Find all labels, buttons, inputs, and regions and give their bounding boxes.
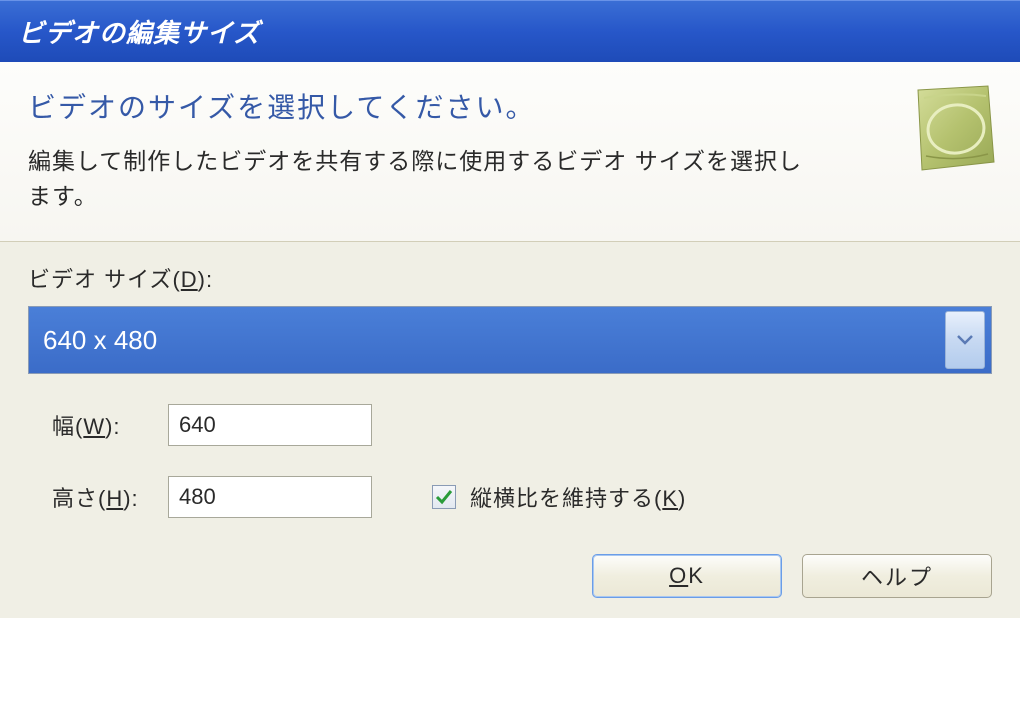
aspect-ratio-label: 縦横比を維持する(K) xyxy=(470,481,686,513)
titlebar-title: ビデオの編集サイズ xyxy=(18,13,260,50)
header-section: ビデオのサイズを選択してください。 編集して制作したビデオを共有する際に使用する… xyxy=(0,62,1020,242)
video-size-label: ビデオ サイズ(D): xyxy=(28,262,992,294)
aspect-ratio-group: 縦横比を維持する(K) xyxy=(432,481,686,513)
ok-button[interactable]: OK xyxy=(592,554,782,598)
button-row: OK ヘルプ xyxy=(28,554,992,598)
height-input[interactable] xyxy=(168,476,372,518)
chevron-down-icon[interactable] xyxy=(945,311,985,369)
aspect-ratio-checkbox[interactable] xyxy=(432,485,456,509)
dropdown-value: 640 x 480 xyxy=(43,325,945,356)
header-description: 編集して制作したビデオを共有する際に使用するビデオ サイズを選択します。 xyxy=(28,144,808,213)
header-title: ビデオのサイズを選択してください。 xyxy=(28,86,992,126)
content-section: ビデオ サイズ(D): 640 x 480 幅(W): 高さ(H): 縦横 xyxy=(0,242,1020,618)
width-row: 幅(W): xyxy=(28,404,992,446)
height-label: 高さ(H): xyxy=(28,481,168,513)
help-button[interactable]: ヘルプ xyxy=(802,554,992,598)
video-icon xyxy=(906,84,998,176)
width-label: 幅(W): xyxy=(28,409,168,441)
video-size-dropdown[interactable]: 640 x 480 xyxy=(28,306,992,374)
titlebar: ビデオの編集サイズ xyxy=(0,0,1020,62)
height-row: 高さ(H): 縦横比を維持する(K) xyxy=(28,476,992,518)
width-input[interactable] xyxy=(168,404,372,446)
